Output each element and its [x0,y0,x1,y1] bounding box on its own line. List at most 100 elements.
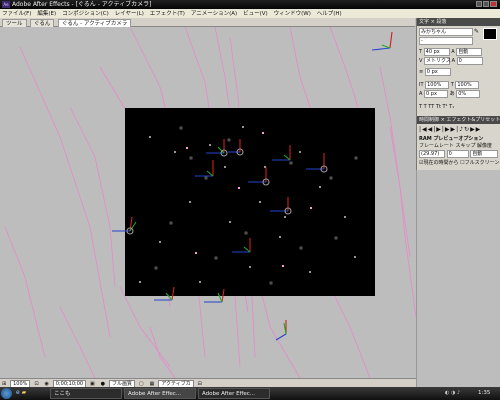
stroke-width-field[interactable]: 0 px [424,68,451,76]
motion-path [259,286,301,378]
particle-dot [229,221,231,223]
menu-file[interactable]: ファイル(F) [0,11,33,17]
kerning-field[interactable]: メトリクス [424,57,451,65]
system-tray-icons[interactable]: ◐ ◑ ♪ [445,389,475,398]
playback-buttons: |◀◀|▶|▶▶|♪↻▶▶ [419,126,481,134]
fullscreen-label: フルスクリーン [464,160,500,166]
skip-field[interactable]: 0 [446,150,469,158]
ram-preview-icon[interactable]: ▶▶ [470,126,481,133]
motion-path [59,306,96,378]
particle-dot [282,265,284,267]
particle-dot [284,216,286,218]
minimize-icon[interactable] [476,1,482,7]
baseline-shift-field[interactable]: 0 px [424,90,449,98]
axis-gizmo[interactable] [371,31,393,51]
first-frame-icon[interactable]: |◀ [419,126,428,133]
close-icon[interactable] [490,1,497,7]
menu-composition[interactable]: コンポジション(C) [60,11,111,17]
maximize-icon[interactable] [483,1,489,7]
from-current-label: 現在の時間から [423,160,459,166]
axis-gizmo[interactable] [275,320,287,341]
particle-dot [224,166,226,168]
stroke-row: ≡ 0 px [419,68,451,76]
particle-dot [238,187,240,189]
prev-frame-icon[interactable]: ◀| [428,126,437,133]
font-style-select[interactable]: - [419,37,473,45]
taskbar: e ▰ ここも Adobe After Effec... Adobe After… [0,387,500,400]
time-controls-panel: 時間制御 × エフェクト&プリセット |◀◀|▶|▶▶|♪↻▶▶ RAM プレビ… [416,116,500,170]
font-size-icon: T [419,49,423,55]
eyedropper-icon[interactable]: ✎ [474,28,481,35]
particle-dot [319,186,321,188]
particle-dot [259,201,261,203]
particle-dot [299,151,301,153]
stroke-width-icon: ≡ [419,69,424,75]
taskbar-item[interactable]: Adobe After Effec... [198,388,270,399]
tsume-icon: あ [449,91,455,97]
particle-dot [174,151,176,153]
menu-help[interactable]: ヘルプ(H) [315,11,344,17]
particle-dot [279,236,281,238]
particle-dot [249,266,251,268]
character-panel-header[interactable]: 文字 × 段落 [417,18,500,26]
next-frame-icon[interactable]: |▶ [442,126,451,133]
framerate-select[interactable]: (29.97) [419,150,445,158]
menu-layer[interactable]: レイヤー(L) [113,11,146,17]
tracking-field[interactable]: 0 [456,57,483,65]
vertical-scale-icon: IT [419,82,424,88]
particle-dot [242,126,244,128]
fill-color-swatch[interactable] [483,28,497,40]
taskbar-item[interactable]: Adobe After Effec... [124,388,196,399]
tsume-field[interactable]: 0% [456,90,481,98]
window-title-bar: Adobe After Effects - [ぐるん - アクティブカメラ] [0,0,500,9]
menu-bar: ファイル(F) 編集(E) コンポジション(C) レイヤー(L) エフェクト(T… [0,9,500,18]
time-controls-header[interactable]: 時間制御 × エフェクト&プリセット [417,116,500,124]
empty-panel-area [416,170,500,387]
font-family-select[interactable]: みかちゃん [419,28,473,36]
viewer-tab-row: ツール ぐるん ぐるん - アクティブカメラ [0,18,415,28]
menu-effect[interactable]: エフェクト(T) [148,11,187,17]
text-style-buttons[interactable]: T T TT Tt T¹ T₁ [419,103,454,111]
font-size-field[interactable]: 40 px [423,48,450,56]
taskbar-item[interactable]: ここも [50,388,122,399]
motion-path [149,326,176,378]
particle-dot [149,136,151,138]
particle-dot [195,252,197,254]
vertical-scale-field[interactable]: 100% [425,81,450,89]
start-button[interactable] [1,388,12,399]
last-frame-icon[interactable]: ▶| [451,126,460,133]
tracking-icon: A [451,58,456,64]
composition-viewer[interactable] [0,27,416,378]
particle-dot [354,256,356,258]
motion-path [329,286,371,378]
viewer-toolbar: ⊞ 100% ⊡ ◉ 0;00;10;00 ▣ ● フル画質 ▢ ▦ アクティブ… [0,378,416,388]
ram-preview-values: (29.97) 0 自動 [419,150,499,158]
horizontal-scale-icon: T [450,82,454,88]
size-row: T 40 px A 自動 [419,48,483,56]
folder-icon[interactable]: ▰ [22,389,27,396]
menu-view[interactable]: ビュー(V) [241,11,270,17]
menu-animation[interactable]: アニメーション(A) [189,11,239,17]
particle-dot [139,281,141,283]
character-panel: 文字 × 段落 ✎ みかちゃん - T 40 px A 自動 V メトリクス A… [416,18,500,116]
motion-path [379,66,411,258]
resolution-select[interactable]: 自動 [470,150,499,158]
horizontal-scale-field[interactable]: 100% [455,81,480,89]
window-title: Adobe After Effects - [ぐるん - アクティブカメラ] [12,1,152,8]
motion-path [19,46,111,338]
particle-dot [189,201,191,203]
particle-dot [262,132,264,134]
motion-path [69,106,116,288]
menu-edit[interactable]: 編集(E) [35,11,58,17]
font-row: みかちゃん [419,28,473,36]
style-row: - [419,37,473,45]
after-effects-app-icon: Ae [2,1,10,8]
menu-window[interactable]: ウィンドウ(W) [272,11,313,17]
particle-dot [344,216,346,218]
leading-field[interactable]: 自動 [456,48,483,56]
ie-icon[interactable]: e [16,389,20,396]
kerning-icon: V [419,58,423,64]
kerning-row: V メトリクス A 0 [419,57,483,65]
particle-dot [209,144,211,146]
particle-dot [309,271,311,273]
